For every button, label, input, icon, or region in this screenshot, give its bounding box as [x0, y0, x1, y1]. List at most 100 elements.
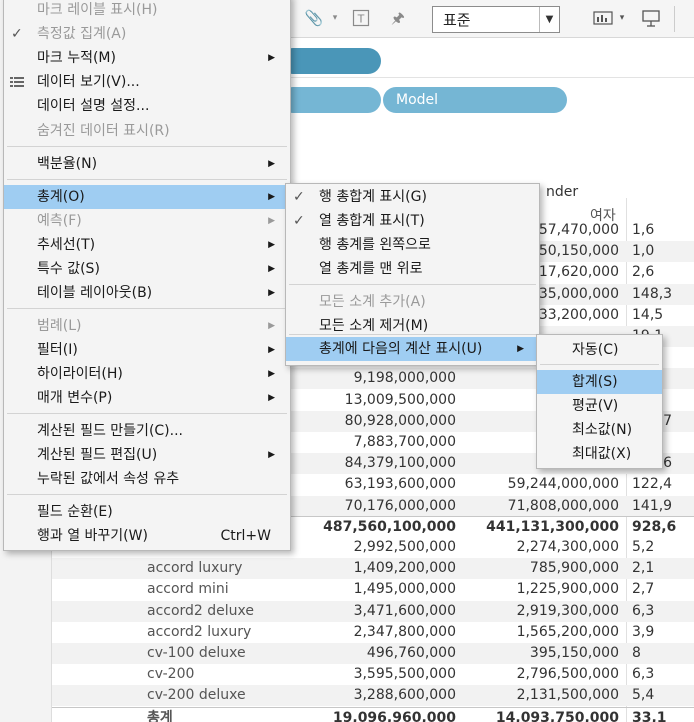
fit-select[interactable]: 표준 ▼ — [432, 6, 560, 33]
menu-item[interactable]: 합계(S) — [537, 370, 662, 394]
columns-pill[interactable] — [280, 48, 381, 74]
text-icon[interactable]: T — [350, 7, 372, 29]
table-cell: 395,150,000 — [529, 645, 619, 661]
menu-item[interactable]: 최대값(X) — [537, 442, 662, 466]
totals-submenu: ✓ 행 총합계 표시(G) ✓ 열 총합계 표시(T) 행 총계를 왼쪽으로 열 총계를 … — [285, 183, 540, 366]
table-cell: 3,595,500,000 — [353, 666, 456, 683]
columns-shelf[interactable] — [280, 38, 694, 78]
table-row: accord mini 1,495,000,000 1,225,900,000 2,7 — [52, 579, 694, 600]
menu-item: 마크 레이블 표시(H) — [4, 0, 290, 22]
table-cell: 2,274,300,000 — [516, 539, 619, 555]
menu-item[interactable]: 추세선(T) ▶ — [4, 233, 290, 257]
paperclip-icon[interactable]: 📎 — [304, 7, 324, 29]
menu-separator — [7, 494, 287, 495]
menu-separator — [289, 284, 536, 285]
menu-item-label: 테이블 레이아웃(B) — [37, 285, 153, 301]
table-cell: 1,0 — [632, 243, 655, 260]
checkmark-icon: ✓ — [11, 26, 23, 42]
menu-item[interactable]: 열 총계를 맨 위로 — [286, 257, 539, 281]
menu-item[interactable]: 총계에 다음의 계산 표시(U) ▶ — [286, 337, 539, 361]
table-cell: 2,796,500,000 — [516, 666, 619, 683]
dropdown-arrow-icon[interactable]: ▾ — [330, 7, 340, 29]
menu-separator — [540, 364, 659, 365]
menu-item[interactable]: 테이블 레이아웃(B) ▶ — [4, 281, 290, 305]
menu-item[interactable]: 특수 값(S) ▶ — [4, 257, 290, 281]
menu-item: 숨겨진 데이터 표시(R) — [4, 119, 290, 143]
presentation-icon[interactable] — [640, 7, 662, 29]
table-cell: 2,131,500,000 — [516, 687, 619, 704]
menu-item[interactable]: 하이라이터(H) ▶ — [4, 362, 290, 386]
table-cell: 2,6 — [632, 264, 655, 281]
menu-item[interactable]: 행 총계를 왼쪽으로 — [286, 233, 539, 257]
menu-item[interactable]: ✓ 행 총합계 표시(G) — [286, 185, 539, 209]
table-row: cv-200 3,595,500,000 2,796,500,000 6,3 — [52, 664, 694, 685]
submenu-arrow-icon: ▶ — [268, 345, 275, 355]
menu-separator — [7, 146, 287, 147]
rows-pill-1[interactable] — [280, 87, 381, 113]
table-cell: 5,4 — [632, 687, 655, 704]
menu-separator — [7, 179, 287, 180]
menu-item[interactable]: 마크 누적(M) ▶ — [4, 46, 290, 70]
table-cell: 785,900,000 — [529, 560, 619, 577]
menu-item[interactable]: 계산된 필드 만들기(C)... — [4, 419, 290, 443]
menu-item[interactable]: 최소값(N) — [537, 418, 662, 442]
table-cell: 148,3 — [632, 285, 673, 302]
submenu-arrow-icon: ▶ — [268, 216, 275, 226]
menu-item-label: 필드 순환(E) — [37, 504, 113, 520]
table-cell: 19,096,960,000 — [332, 710, 456, 722]
menu-item-label: 예측(F) — [37, 213, 82, 229]
submenu-arrow-icon: ▶ — [517, 344, 524, 354]
menu-item-label: 하이라이터(H) — [37, 366, 123, 382]
table-cell: 14,5 — [632, 306, 664, 323]
menu-item-label: 총계에 다음의 계산 표시(U) — [319, 341, 483, 357]
menu-item: 범례(L) ▶ — [4, 314, 290, 338]
totals-calculation-submenu: 자동(C) 합계(S) 평균(V) 최소값(N) 최대값(X) — [536, 334, 663, 469]
show-me-icon[interactable] — [592, 7, 614, 29]
rows-shelf[interactable]: Model — [280, 84, 694, 114]
menu-item-label: 평균(V) — [572, 398, 619, 414]
menu-item: 예측(F) ▶ — [4, 209, 290, 233]
table-row: accord2 luxury 2,347,800,000 1,565,200,000… — [52, 622, 694, 643]
table-cell: 71,808,000,000 — [507, 497, 619, 514]
table-cell: 1,6 — [632, 222, 655, 238]
menu-item[interactable]: 자동(C) — [537, 338, 662, 362]
menu-item-label: 행 총합계 표시(G) — [319, 189, 427, 205]
table-cell: 141,9 — [632, 497, 673, 514]
menu-separator — [7, 413, 287, 414]
menu-item[interactable]: 총계(O) ▶ — [4, 185, 290, 209]
menu-item-label: 최소값(N) — [572, 422, 633, 438]
menu-item-label: 마크 누적(M) — [37, 50, 116, 66]
menu-item[interactable]: 매개 변수(P) ▶ — [4, 386, 290, 410]
table-cell: 496,760,000 — [366, 645, 456, 661]
table-cell: 1,495,000,000 — [353, 581, 456, 598]
menu-item-label: 필터(I) — [37, 342, 78, 358]
menu-item[interactable]: 행과 열 바꾸기(W) Ctrl+W — [4, 524, 290, 548]
column-header-gender: nder — [546, 184, 579, 200]
pin-icon[interactable]: 🖈 — [388, 7, 408, 29]
menu-item[interactable]: 계산된 필드 편집(U) ▶ — [4, 443, 290, 467]
submenu-arrow-icon: ▶ — [268, 321, 275, 331]
menu-item-label: 최대값(X) — [572, 446, 632, 462]
menu-item[interactable]: 필터(I) ▶ — [4, 338, 290, 362]
menu-item-label: 특수 값(S) — [37, 261, 100, 277]
submenu-arrow-icon: ▶ — [268, 53, 275, 63]
menu-item[interactable]: 데이터 보기(V)... — [4, 70, 290, 94]
table-cell: 1,409,200,000 — [353, 560, 456, 577]
table-cell: 2,347,800,000 — [353, 623, 456, 640]
menu-item-label: 누락된 값에서 속성 유추 — [37, 471, 180, 487]
table-cell: 59,244,000,000 — [507, 476, 619, 493]
menu-item[interactable]: 평균(V) — [537, 394, 662, 418]
rows-pill-model[interactable]: Model — [383, 87, 567, 113]
submenu-arrow-icon: ▶ — [268, 192, 275, 202]
menu-item[interactable]: ✓ 열 총합계 표시(T) — [286, 209, 539, 233]
menu-item[interactable]: 필드 순환(E) — [4, 500, 290, 524]
menu-item[interactable]: 데이터 설명 설정... — [4, 94, 290, 118]
table-cell: 6,3 — [632, 666, 655, 683]
menu-item-label: 데이터 보기(V)... — [37, 74, 140, 90]
menu-item[interactable]: 백분율(N) ▶ — [4, 152, 290, 176]
dropdown-arrow-icon[interactable]: ▾ — [617, 7, 627, 29]
submenu-arrow-icon: ▶ — [268, 393, 275, 403]
table-cell: 1,565,200,000 — [516, 623, 619, 640]
menu-item[interactable]: 누락된 값에서 속성 유추 — [4, 467, 290, 491]
table-cell: 14,093,750,000 — [495, 710, 619, 722]
